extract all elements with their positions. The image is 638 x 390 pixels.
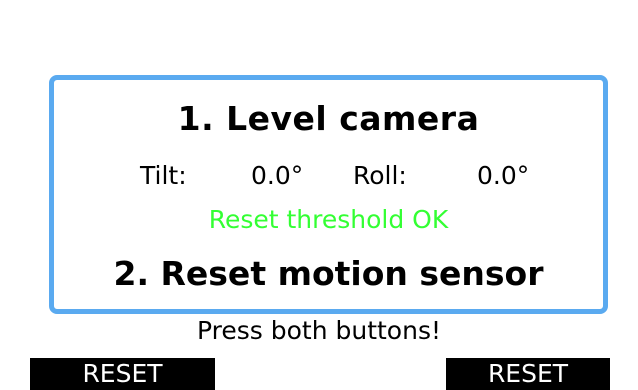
instruction-prompt: Press both buttons! (196, 316, 441, 345)
tilt-label: Tilt: (140, 161, 187, 190)
roll-label: Roll: (353, 161, 407, 190)
step1-title: 1. Level camera (177, 99, 480, 138)
reset-button-right[interactable]: RESET (446, 358, 610, 390)
leveling-panel: 1. Level camera Tilt: 0.0° Roll: 0.0° Re… (49, 75, 608, 314)
roll-value: 0.0° (477, 161, 530, 190)
tilt-value: 0.0° (251, 161, 304, 190)
step2-title: 2. Reset motion sensor (113, 254, 544, 293)
reset-button-left[interactable]: RESET (30, 358, 215, 390)
threshold-status: Reset threshold OK (208, 205, 449, 234)
